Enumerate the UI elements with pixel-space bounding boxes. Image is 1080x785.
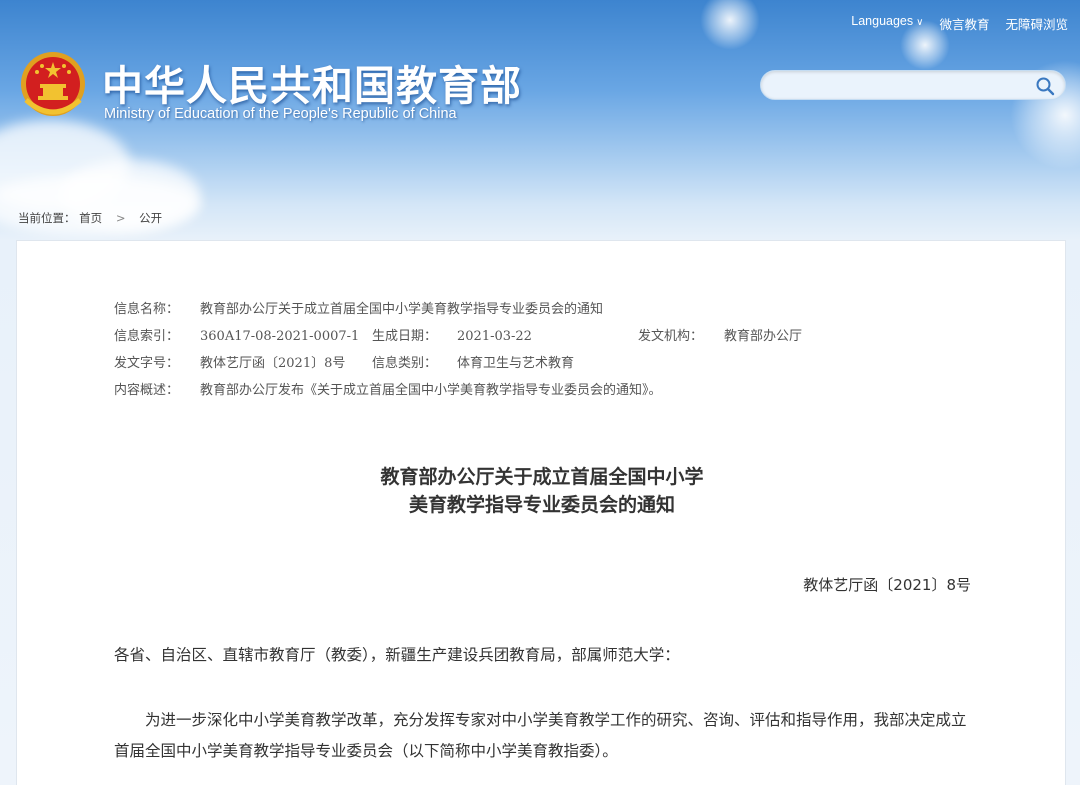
breadcrumb: 当前位置： 首页 > 公开 — [18, 210, 162, 226]
breadcrumb-prefix: 当前位置： — [18, 211, 76, 225]
languages-label: Languages — [851, 14, 914, 28]
breadcrumb-home[interactable]: 首页 — [79, 211, 102, 225]
meta-label: 生成日期： — [372, 329, 438, 344]
meta-value: 体育卫生与艺术教育 — [457, 356, 575, 371]
search-icon[interactable] — [1035, 76, 1055, 96]
meta-value: 教育部办公厅发布《关于成立首届全国中小学美育教学指导专业委员会的通知》。 — [200, 383, 662, 398]
meta-value: 教育部办公厅 — [724, 329, 803, 344]
document-number: 教体艺厅函〔2021〕8号 — [803, 576, 971, 594]
breadcrumb-separator: > — [115, 211, 126, 225]
meta-row-index: 信息索引： 360A17-08-2021-0007-1 生成日期： 2021-0… — [114, 323, 934, 350]
dandelion-decoration — [700, 0, 760, 50]
meta-value: 教育部办公厅关于成立首届全国中小学美育教学指导专业委员会的通知 — [200, 302, 604, 317]
languages-menu[interactable]: Languages ∨ — [851, 14, 923, 33]
meta-label: 内容概述： — [114, 383, 180, 398]
meta-label: 发文字号： — [114, 356, 180, 371]
body-paragraph: 为进一步深化中小学美育教学改革，充分发挥专家对中小学美育教学工作的研究、咨询、评… — [114, 711, 967, 760]
info-meta: 信息名称： 教育部办公厅关于成立首届全国中小学美育教学指导专业委员会的通知 信息… — [114, 296, 934, 404]
meta-label: 信息名称： — [114, 302, 180, 317]
search-input[interactable] — [773, 75, 1023, 95]
document-title: 教育部办公厅关于成立首届全国中小学 美育教学指导专业委员会的通知 — [17, 463, 1067, 519]
meta-row-summary: 内容概述： 教育部办公厅发布《关于成立首届全国中小学美育教学指导专业委员会的通知… — [114, 377, 934, 404]
cloud-decoration — [0, 175, 200, 235]
salutation: 各省、自治区、直辖市教育厅（教委），新疆生产建设兵团教育局，部属师范大学： — [114, 646, 680, 664]
title-line: 美育教学指导专业委员会的通知 — [408, 494, 675, 516]
national-emblem-icon — [21, 52, 85, 116]
content-panel: 信息名称： 教育部办公厅关于成立首届全国中小学美育教学指导专业委员会的通知 信息… — [16, 240, 1066, 785]
meta-row-name: 信息名称： 教育部办公厅关于成立首届全国中小学美育教学指导专业委员会的通知 — [114, 296, 934, 323]
accessibility-link[interactable]: 无障碍浏览 — [1005, 14, 1068, 33]
meta-label: 发文机构： — [638, 329, 704, 344]
meta-value: 360A17-08-2021-0007-1 — [200, 329, 360, 344]
site-title[interactable]: 中华人民共和国教育部 — [102, 52, 522, 112]
meta-row-docno: 发文字号： 教体艺厅函〔2021〕8号 信息类别： 体育卫生与艺术教育 — [114, 350, 934, 377]
chevron-down-icon: ∨ — [916, 17, 924, 28]
site-subtitle: Ministry of Education of the People's Re… — [104, 106, 457, 122]
meta-label: 信息索引： — [114, 329, 180, 344]
top-links: Languages ∨ 微言教育 无障碍浏览 — [851, 14, 1068, 33]
weiyan-link[interactable]: 微言教育 — [939, 14, 989, 33]
search-box — [760, 70, 1066, 100]
meta-value: 2021-03-22 — [457, 329, 532, 344]
meta-label: 信息类别： — [372, 356, 438, 371]
title-line: 教育部办公厅关于成立首届全国中小学 — [380, 466, 704, 488]
breadcrumb-current[interactable]: 公开 — [139, 211, 162, 225]
meta-value: 教体艺厅函〔2021〕8号 — [200, 356, 346, 371]
